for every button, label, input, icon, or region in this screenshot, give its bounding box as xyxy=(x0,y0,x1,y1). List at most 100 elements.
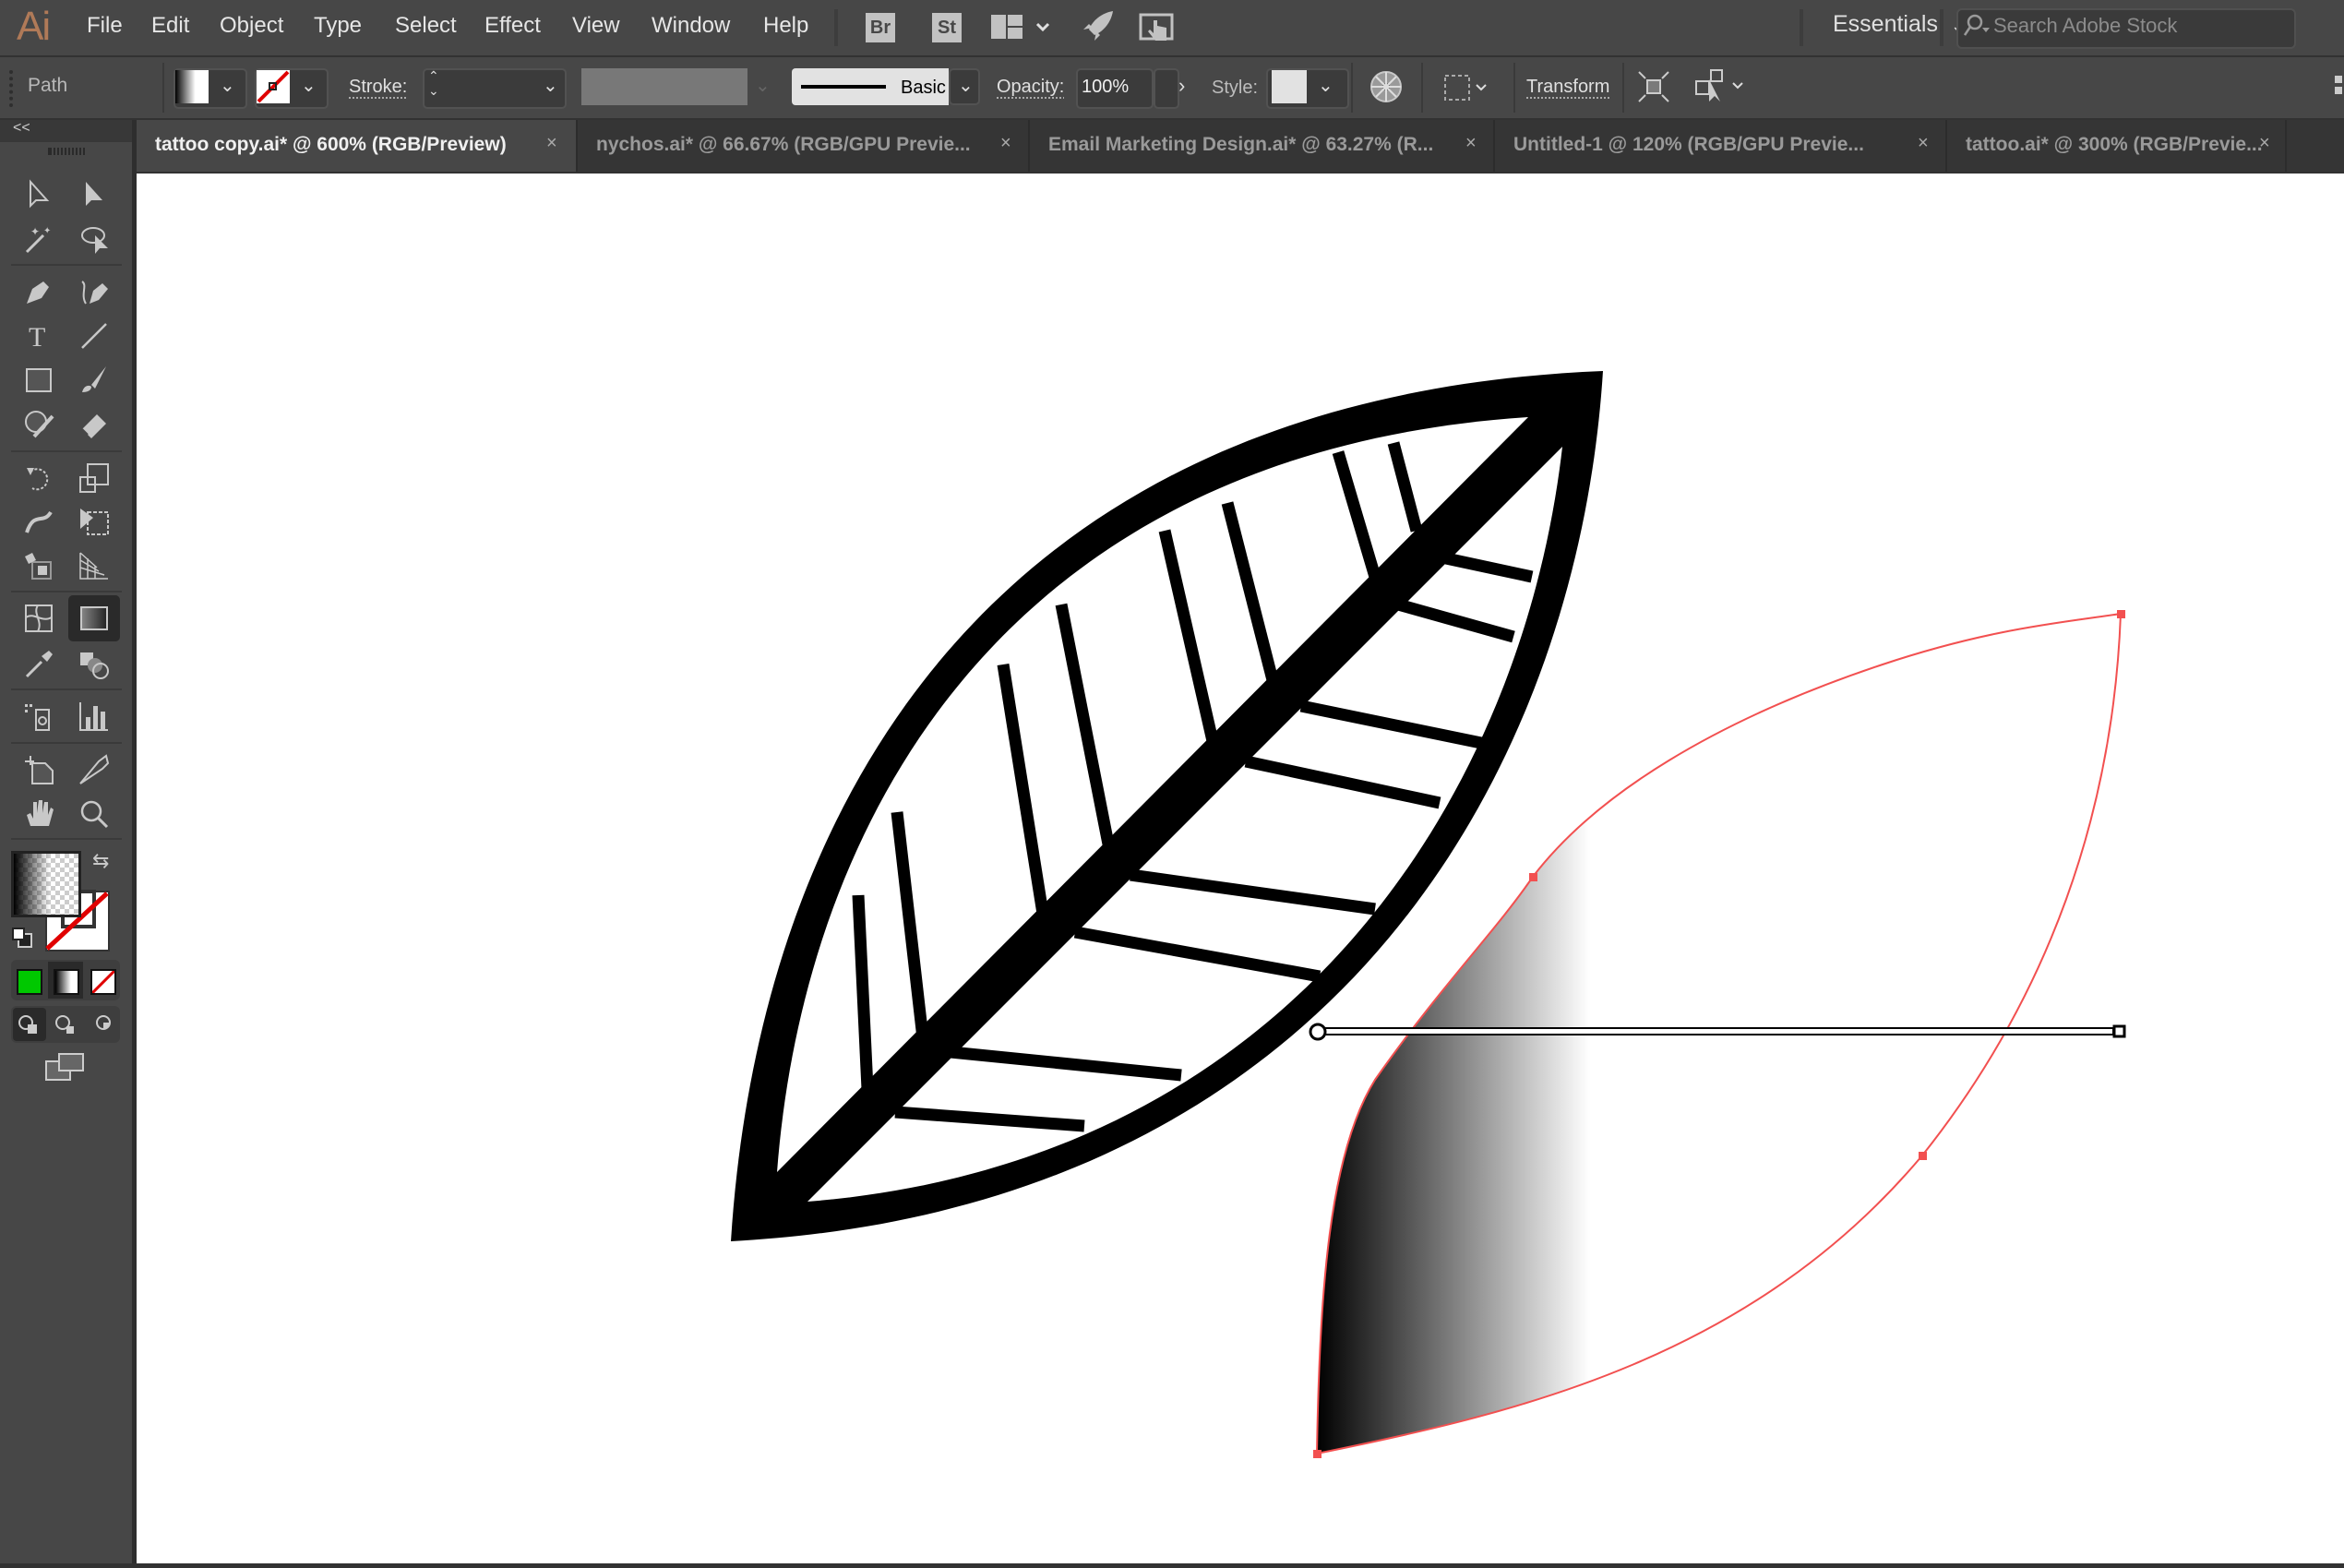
slice-tool[interactable] xyxy=(74,751,114,788)
menu-window[interactable]: Window xyxy=(652,13,730,39)
menu-edit[interactable]: Edit xyxy=(151,13,189,39)
eyedropper-tool[interactable] xyxy=(18,646,59,683)
draw-behind-button[interactable] xyxy=(50,1008,83,1041)
blend-tool[interactable] xyxy=(74,646,114,683)
recolor-artwork-icon[interactable] xyxy=(1369,70,1403,108)
warp-tool[interactable] xyxy=(18,504,59,541)
opacity-label[interactable]: Opacity: xyxy=(997,77,1064,98)
fill-indicator[interactable] xyxy=(11,851,81,917)
eraser-tool[interactable] xyxy=(74,406,114,443)
menu-type[interactable]: Type xyxy=(314,13,362,39)
divider xyxy=(1421,63,1423,113)
menu-file[interactable]: File xyxy=(87,13,123,39)
scale-tool[interactable] xyxy=(74,460,114,497)
tab-tattoo-copy[interactable]: tattoo copy.ai* @ 600% (RGB/Preview) × xyxy=(137,120,578,172)
tool-divider xyxy=(11,838,122,840)
scale-icon xyxy=(79,463,109,493)
control-bar-menu-icon[interactable] xyxy=(2335,76,2344,102)
align-to-icon[interactable] xyxy=(1443,72,1491,108)
column-graph-tool[interactable] xyxy=(74,698,114,735)
menu-select[interactable]: Select xyxy=(395,13,457,39)
rocket-icon[interactable] xyxy=(1082,9,1115,47)
swap-fill-stroke-icon[interactable]: ⇆ xyxy=(92,849,109,873)
lasso-tool[interactable] xyxy=(74,221,114,258)
divider xyxy=(1513,63,1515,113)
artboard-icon xyxy=(25,756,54,784)
menu-effect[interactable]: Effect xyxy=(484,13,541,39)
shaper-tool[interactable] xyxy=(18,406,59,443)
variable-width-profile[interactable] xyxy=(581,68,747,105)
divider xyxy=(1351,63,1353,113)
workspace-switcher[interactable]: Essentials⌄ xyxy=(1833,11,1965,38)
brush-label: Basic xyxy=(901,78,946,98)
chevron-down-icon: ⌄ xyxy=(755,76,771,96)
tool-divider xyxy=(11,264,122,266)
menu-view[interactable]: View xyxy=(572,13,620,39)
selection-tool[interactable] xyxy=(18,175,59,212)
type-tool[interactable]: T xyxy=(18,317,59,354)
rectangle-icon xyxy=(26,368,52,392)
tab-label: tattoo.ai* @ 300% (RGB/Previe... xyxy=(1966,134,2263,155)
gradient-tool[interactable] xyxy=(68,595,120,641)
artboard-canvas[interactable] xyxy=(137,174,2344,1563)
isolate-selected-object-icon[interactable] xyxy=(1637,70,1670,108)
tab-untitled-1[interactable]: Untitled-1 @ 120% (RGB/GPU Previe... × xyxy=(1495,120,1947,172)
select-similar-objects-icon[interactable] xyxy=(1694,68,1750,110)
rotate-tool[interactable] xyxy=(18,460,59,497)
free-transform-tool[interactable] xyxy=(74,504,114,541)
transform-button[interactable]: Transform xyxy=(1526,77,1609,98)
zoom-tool[interactable] xyxy=(74,796,114,832)
brush-stroke-preview xyxy=(801,85,886,89)
tools-panel-grip[interactable] xyxy=(48,148,85,155)
tool-divider xyxy=(11,742,122,744)
paintbrush-tool[interactable] xyxy=(74,362,114,399)
mesh-tool[interactable] xyxy=(18,600,59,637)
stroke-weight-stepper[interactable]: ⌃ ⌄ xyxy=(428,68,439,98)
menu-help[interactable]: Help xyxy=(763,13,808,39)
curvature-pen-icon xyxy=(81,281,108,305)
none-button[interactable] xyxy=(90,969,116,995)
draw-inside-button[interactable] xyxy=(87,1008,120,1041)
magic-wand-icon: ✦ ✦ xyxy=(25,225,51,254)
close-icon[interactable]: × xyxy=(2259,133,2270,154)
draw-normal-button[interactable] xyxy=(13,1008,46,1041)
opacity-expand-button[interactable] xyxy=(1154,68,1179,109)
anchor-point xyxy=(1529,873,1537,881)
rectangle-tool[interactable] xyxy=(18,362,59,399)
close-icon[interactable]: × xyxy=(1465,133,1477,154)
shape-builder-tool[interactable] xyxy=(18,548,59,585)
symbol-sprayer-tool[interactable] xyxy=(18,698,59,735)
slice-icon xyxy=(79,754,110,784)
tab-tattoo[interactable]: tattoo.ai* @ 300% (RGB/Previe... × xyxy=(1947,120,2287,172)
artboard-tool[interactable] xyxy=(18,751,59,788)
gradient-button[interactable] xyxy=(54,969,79,995)
default-fill-stroke-icon[interactable] xyxy=(11,927,33,953)
close-icon[interactable]: × xyxy=(546,133,557,154)
control-bar-grip[interactable] xyxy=(9,70,17,107)
curvature-tool[interactable] xyxy=(74,273,114,310)
change-screen-mode-icon[interactable] xyxy=(44,1052,87,1086)
close-icon[interactable]: × xyxy=(1918,133,1929,154)
svg-text:T: T xyxy=(29,322,45,352)
opacity-value: 100% xyxy=(1082,77,1130,97)
touch-workspace-icon[interactable] xyxy=(1139,11,1174,49)
stroke-none-swatch[interactable] xyxy=(257,70,290,103)
line-segment-tool[interactable] xyxy=(74,317,114,354)
direct-selection-tool[interactable] xyxy=(74,175,114,212)
collapse-panel-button[interactable]: << xyxy=(13,120,30,137)
magic-wand-tool[interactable]: ✦ ✦ xyxy=(18,221,59,258)
tab-nychos[interactable]: nychos.ai* @ 66.67% (RGB/GPU Previe... × xyxy=(578,120,1030,172)
stroke-label[interactable]: Stroke: xyxy=(349,77,407,98)
perspective-grid-tool[interactable] xyxy=(74,548,114,585)
line-icon xyxy=(81,323,107,349)
fill-swatch[interactable] xyxy=(175,70,209,103)
bridge-button[interactable]: Br xyxy=(866,13,895,42)
pen-tool[interactable] xyxy=(18,273,59,310)
hand-tool[interactable] xyxy=(18,796,59,832)
stock-button[interactable]: St xyxy=(932,13,962,42)
arrange-documents-icon[interactable] xyxy=(991,13,1056,47)
tab-email-marketing-design[interactable]: Email Marketing Design.ai* @ 63.27% (R..… xyxy=(1030,120,1495,172)
color-button[interactable] xyxy=(17,969,42,995)
menu-object[interactable]: Object xyxy=(220,13,283,39)
close-icon[interactable]: × xyxy=(1000,133,1011,154)
